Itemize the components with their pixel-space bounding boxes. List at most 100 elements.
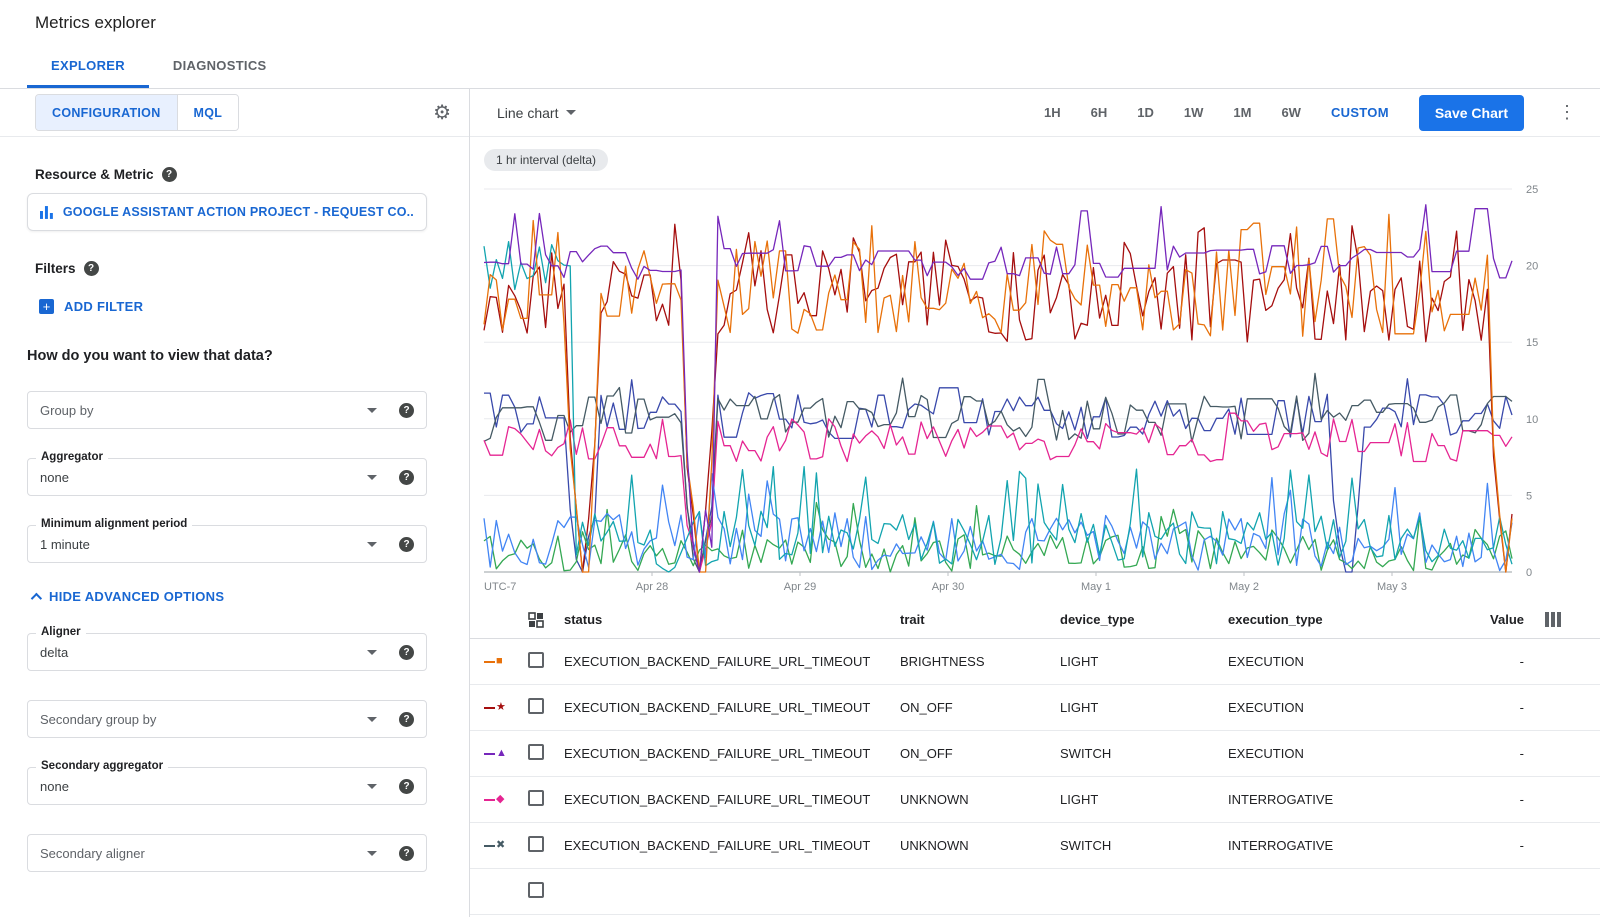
time-range-6w[interactable]: 6W [1281, 105, 1301, 120]
row-checkbox[interactable] [528, 744, 544, 760]
series-key-icon: ◆ [484, 794, 528, 805]
svg-text:25: 25 [1526, 184, 1538, 196]
tab-diagnostics[interactable]: DIAGNOSTICS [149, 45, 291, 88]
series-table-body: ■ EXECUTION_BACKEND_FAILURE_URL_TIMEOUT BR… [470, 639, 1600, 915]
cell-value: - [1428, 746, 1524, 761]
table-row[interactable]: ▲EXECUTION_BACKEND_FAILURE_URL_TIMEOUTON… [470, 731, 1600, 777]
min-alignment-dropdown[interactable]: Minimum alignment period 1 minute ? [27, 525, 427, 563]
time-range-1w[interactable]: 1W [1184, 105, 1204, 120]
svg-text:5: 5 [1526, 490, 1532, 502]
table-row-partial[interactable] [470, 869, 1600, 915]
column-execution-type[interactable]: execution_type [1228, 612, 1428, 627]
chart-type-dropdown[interactable]: Line chart [497, 105, 576, 121]
help-icon[interactable]: ? [399, 712, 414, 727]
help-icon[interactable]: ? [399, 470, 414, 485]
cell-value: - [1428, 792, 1524, 807]
min-alignment-value: 1 minute [40, 537, 367, 552]
bar-chart-icon [40, 205, 54, 219]
help-icon[interactable]: ? [399, 403, 414, 418]
cell-execution-type: EXECUTION [1228, 700, 1428, 715]
cell-trait: ON_OFF [900, 700, 1060, 715]
series-key-icon: ✖ [484, 840, 528, 851]
tab-explorer[interactable]: EXPLORER [27, 45, 149, 88]
selected-metric-chip[interactable]: GOOGLE ASSISTANT ACTION PROJECT - REQUES… [27, 193, 427, 231]
page-title: Metrics explorer [35, 13, 156, 33]
settings-gear-icon[interactable]: ⚙ [433, 103, 451, 123]
time-range-group: 1H 6H 1D 1W 1M 6W [1044, 105, 1301, 120]
mql-mode-button[interactable]: MQL [177, 95, 239, 130]
column-trait[interactable]: trait [900, 612, 1060, 627]
chevron-up-icon [31, 592, 42, 603]
cell-device-type: SWITCH [1060, 746, 1228, 761]
table-row[interactable]: ✖EXECUTION_BACKEND_FAILURE_URL_TIMEOUTUN… [470, 823, 1600, 869]
chevron-down-icon [367, 542, 377, 547]
time-range-1d[interactable]: 1D [1137, 105, 1154, 120]
secondary-aligner-dropdown[interactable]: Secondary aligner ? [27, 834, 427, 872]
row-checkbox[interactable] [528, 882, 544, 898]
chevron-down-icon [367, 475, 377, 480]
cell-status: EXECUTION_BACKEND_FAILURE_URL_TIMEOUT [564, 700, 900, 715]
aggregator-dropdown[interactable]: Aggregator none ? [27, 458, 427, 496]
min-alignment-label: Minimum alignment period [36, 518, 192, 530]
page-header: Metrics explorer [0, 0, 1600, 45]
row-checkbox[interactable] [528, 698, 544, 714]
help-icon[interactable]: ? [399, 645, 414, 660]
save-chart-button[interactable]: Save Chart [1419, 95, 1524, 131]
group-by-dropdown[interactable]: Group by ? [27, 391, 427, 429]
cell-execution-type: EXECUTION [1228, 746, 1428, 761]
aligner-value: delta [40, 645, 367, 660]
svg-text:Apr 28: Apr 28 [636, 581, 668, 593]
min-alignment-field: Minimum alignment period 1 minute ? [27, 525, 427, 563]
cell-execution-type: EXECUTION [1228, 654, 1428, 669]
line-chart[interactable]: 0510152025UTC-7Apr 28Apr 29Apr 30May 1Ma… [470, 173, 1600, 601]
svg-text:Apr 29: Apr 29 [784, 581, 816, 593]
row-checkbox[interactable] [528, 652, 544, 668]
table-row[interactable]: ■EXECUTION_BACKEND_FAILURE_URL_TIMEOUTBR… [470, 639, 1600, 685]
column-status[interactable]: status [564, 612, 900, 627]
chart-type-value: Line chart [497, 105, 558, 121]
configuration-mode-button[interactable]: CONFIGURATION [36, 95, 177, 130]
secondary-group-by-placeholder: Secondary group by [40, 712, 367, 727]
help-icon[interactable]: ? [84, 261, 99, 276]
row-checkbox[interactable] [528, 790, 544, 806]
hide-advanced-options-toggle[interactable]: HIDE ADVANCED OPTIONS [31, 589, 469, 604]
column-value[interactable]: Value [1428, 612, 1524, 627]
help-icon[interactable]: ? [399, 846, 414, 861]
table-row[interactable]: ★ EXECUTION_BACKEND_FAILURE_URL_TIMEOUTON… [470, 685, 1600, 731]
add-filter-button[interactable]: + ADD FILTER [39, 299, 469, 314]
custom-time-range-button[interactable]: CUSTOM [1331, 105, 1389, 120]
chevron-down-icon [566, 110, 576, 115]
plus-icon: + [39, 299, 54, 314]
cell-execution-type: INTERROGATIVE [1228, 838, 1428, 853]
row-checkbox[interactable] [528, 836, 544, 852]
cell-status: EXECUTION_BACKEND_FAILURE_URL_TIMEOUT [564, 792, 900, 807]
cell-execution-type: INTERROGATIVE [1228, 792, 1428, 807]
aligner-label: Aligner [36, 626, 86, 638]
help-icon[interactable]: ? [162, 167, 177, 182]
aligner-dropdown[interactable]: Aligner delta ? [27, 633, 427, 671]
cell-status: EXECUTION_BACKEND_FAILURE_URL_TIMEOUT [564, 746, 900, 761]
secondary-aggregator-dropdown[interactable]: Secondary aggregator none ? [27, 767, 427, 805]
secondary-group-by-dropdown[interactable]: Secondary group by ? [27, 700, 427, 738]
selected-metric-label: GOOGLE ASSISTANT ACTION PROJECT - REQUES… [63, 205, 414, 219]
time-range-1m[interactable]: 1M [1233, 105, 1251, 120]
more-options-icon[interactable]: ⋮ [1554, 102, 1580, 123]
cell-trait: BRIGHTNESS [900, 654, 1060, 669]
table-row[interactable]: ◆EXECUTION_BACKEND_FAILURE_URL_TIMEOUTUN… [470, 777, 1600, 823]
series-key-icon: ▲ [484, 748, 528, 759]
group-by-field: Group by ? [27, 391, 427, 429]
help-icon[interactable]: ? [399, 537, 414, 552]
help-icon[interactable]: ? [399, 779, 414, 794]
series-key-icon: ■ [484, 656, 528, 667]
svg-text:May 1: May 1 [1081, 581, 1111, 593]
svg-text:0: 0 [1526, 567, 1532, 579]
time-range-6h[interactable]: 6H [1091, 105, 1108, 120]
secondary-group-by-field: Secondary group by ? [27, 700, 427, 738]
column-picker-icon[interactable] [1545, 612, 1562, 627]
time-range-1h[interactable]: 1H [1044, 105, 1061, 120]
cell-device-type: LIGHT [1060, 792, 1228, 807]
toggle-all-icon[interactable] [528, 612, 564, 628]
svg-text:UTC-7: UTC-7 [484, 581, 516, 593]
column-device-type[interactable]: device_type [1060, 612, 1228, 627]
series-key-icon: ★ [484, 702, 528, 713]
